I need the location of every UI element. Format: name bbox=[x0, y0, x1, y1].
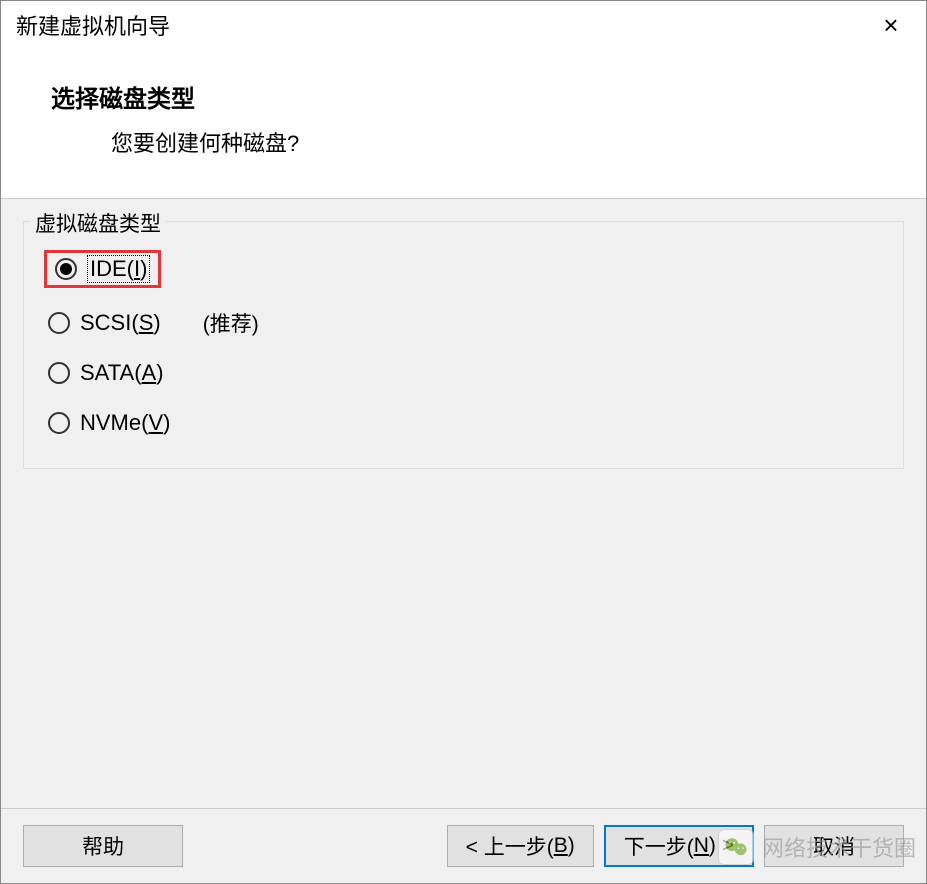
radio-row-scsi: SCSI(S) (推荐) bbox=[44, 308, 889, 338]
footer-right: < 上一步(B) 下一步(N) > 取消 bbox=[447, 825, 904, 867]
radio-hint-scsi: (推荐) bbox=[203, 308, 259, 338]
content-section: 虚拟磁盘类型 IDE(I) SCSI(S) (推荐) bbox=[1, 199, 926, 808]
radio-row-ide: IDE(I) bbox=[44, 250, 889, 288]
cancel-button[interactable]: 取消 bbox=[764, 825, 904, 867]
wizard-dialog: 新建虚拟机向导 × 选择磁盘类型 您要创建何种磁盘? 虚拟磁盘类型 IDE(I) bbox=[0, 0, 927, 884]
close-icon: × bbox=[883, 10, 898, 41]
radio-label-nvme: NVMe(V) bbox=[80, 410, 170, 436]
radio-icon bbox=[48, 412, 70, 434]
radio-label-ide: IDE(I) bbox=[87, 255, 150, 283]
radio-option-ide[interactable]: IDE(I) bbox=[44, 250, 161, 288]
radio-row-nvme: NVMe(V) bbox=[44, 408, 889, 438]
header-section: 选择磁盘类型 您要创建何种磁盘? bbox=[1, 49, 926, 199]
next-button[interactable]: 下一步(N) > bbox=[604, 825, 754, 867]
page-subtitle: 您要创建何种磁盘? bbox=[111, 126, 876, 158]
radio-option-nvme[interactable]: NVMe(V) bbox=[44, 408, 174, 438]
radio-group: IDE(I) SCSI(S) (推荐) SATA(A) bbox=[38, 242, 889, 438]
radio-option-scsi[interactable]: SCSI(S) bbox=[44, 308, 165, 338]
radio-label-scsi: SCSI(S) bbox=[80, 310, 161, 336]
window-title: 新建虚拟机向导 bbox=[16, 9, 170, 41]
back-button[interactable]: < 上一步(B) bbox=[447, 825, 594, 867]
radio-row-sata: SATA(A) bbox=[44, 358, 889, 388]
disk-type-fieldset: 虚拟磁盘类型 IDE(I) SCSI(S) (推荐) bbox=[23, 221, 904, 469]
radio-option-sata[interactable]: SATA(A) bbox=[44, 358, 168, 388]
close-button[interactable]: × bbox=[871, 10, 911, 40]
help-button[interactable]: 帮助 bbox=[23, 825, 183, 867]
radio-icon bbox=[48, 312, 70, 334]
radio-icon bbox=[55, 258, 77, 280]
page-title: 选择磁盘类型 bbox=[51, 79, 876, 114]
fieldset-legend: 虚拟磁盘类型 bbox=[30, 208, 166, 238]
footer-left: 帮助 bbox=[23, 825, 183, 867]
footer-section: 帮助 < 上一步(B) 下一步(N) > 取消 bbox=[1, 808, 926, 883]
radio-icon bbox=[48, 362, 70, 384]
title-bar: 新建虚拟机向导 × bbox=[1, 1, 926, 49]
radio-label-sata: SATA(A) bbox=[80, 360, 164, 386]
